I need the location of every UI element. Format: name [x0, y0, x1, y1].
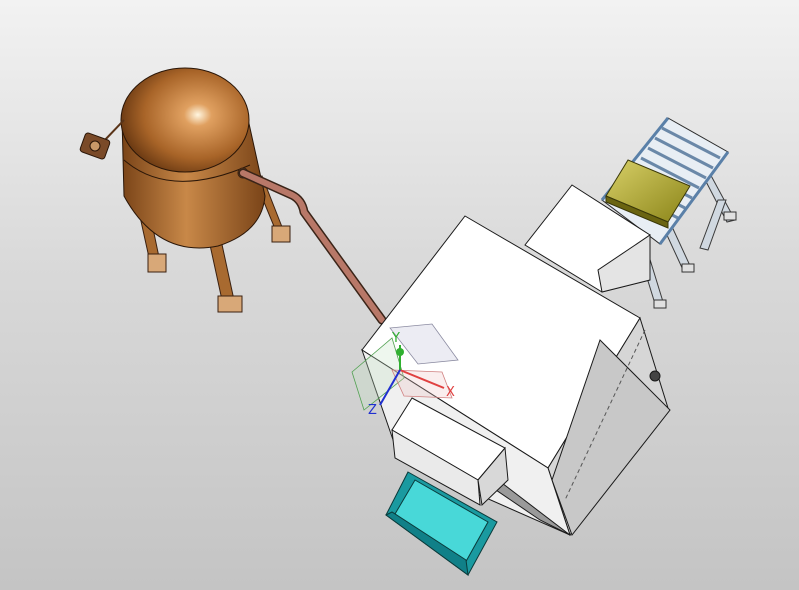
3d-scene[interactable]: X Y Z [0, 0, 799, 590]
gauge-icon [79, 119, 125, 160]
conveyor-foot [653, 299, 667, 309]
y-axis-label: Y [391, 331, 400, 346]
tank-dome [120, 67, 250, 173]
compressor-tank[interactable] [79, 67, 291, 313]
cad-viewport[interactable]: X Y Z [0, 0, 799, 590]
triad-origin [396, 348, 404, 356]
side-knob[interactable] [649, 370, 661, 382]
x-axis-label: X [446, 385, 455, 400]
conveyor-foot [681, 263, 695, 273]
conveyor-foot [723, 211, 737, 221]
z-axis-label: Z [368, 403, 377, 418]
